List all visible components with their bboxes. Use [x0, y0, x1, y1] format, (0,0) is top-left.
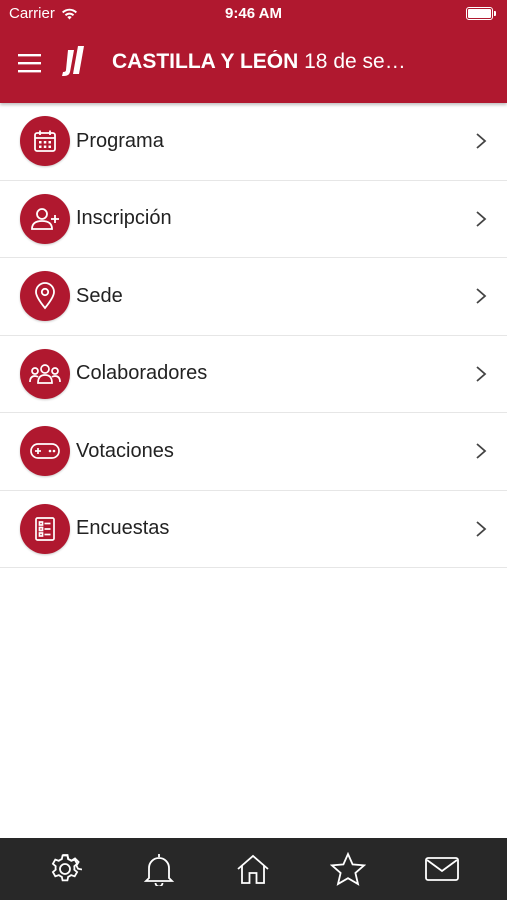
menu-item-programa[interactable]: Programa [0, 103, 507, 181]
bell-icon [144, 854, 175, 886]
menu-item-colaboradores[interactable]: Colaboradores [0, 335, 507, 413]
menu-list: Programa Inscripción Sede Colaboradores … [0, 103, 507, 568]
page-title: CASTILLA Y LEÓN 18 de se… [112, 50, 406, 73]
group-icon [20, 348, 70, 399]
checklist-icon [20, 503, 70, 554]
app-logo [62, 46, 84, 76]
menu-item-inscripcion[interactable]: Inscripción [0, 180, 507, 258]
add-user-icon [20, 193, 70, 244]
chevron-right-icon [476, 443, 487, 459]
menu-item-label: Programa [76, 129, 164, 152]
menu-item-label: Encuestas [76, 517, 170, 540]
app-header: Carrier 9:46 AM CASTILLA Y LEÓN 18 de se… [0, 0, 507, 103]
menu-item-sede[interactable]: Sede [0, 258, 507, 336]
gamepad-icon [20, 426, 70, 477]
star-icon [329, 852, 366, 886]
bottom-tab-bar [0, 838, 507, 900]
favorites-tab[interactable] [328, 849, 368, 889]
menu-item-votaciones[interactable]: Votaciones [0, 413, 507, 491]
menu-item-label: Inscripción [76, 207, 172, 230]
settings-tab[interactable] [45, 849, 85, 889]
calendar-icon [20, 116, 70, 167]
hamburger-menu-icon[interactable] [18, 52, 42, 74]
battery-icon [466, 7, 496, 20]
chevron-right-icon [476, 366, 487, 382]
menu-item-label: Colaboradores [76, 362, 208, 385]
gear-icon [51, 854, 83, 882]
notifications-tab[interactable] [139, 849, 179, 889]
status-bar: Carrier 9:46 AM [0, 0, 507, 28]
menu-item-label: Sede [76, 284, 123, 307]
messages-tab[interactable] [422, 849, 462, 889]
mail-icon [424, 857, 459, 881]
home-icon [237, 854, 270, 884]
menu-item-label: Votaciones [76, 439, 174, 462]
location-pin-icon [20, 271, 70, 322]
home-tab[interactable] [233, 849, 273, 889]
status-time: 9:46 AM [225, 5, 282, 22]
chevron-right-icon [476, 133, 487, 149]
chevron-right-icon [476, 521, 487, 537]
chevron-right-icon [476, 211, 487, 227]
menu-item-encuestas[interactable]: Encuestas [0, 490, 507, 568]
chevron-right-icon [476, 288, 487, 304]
